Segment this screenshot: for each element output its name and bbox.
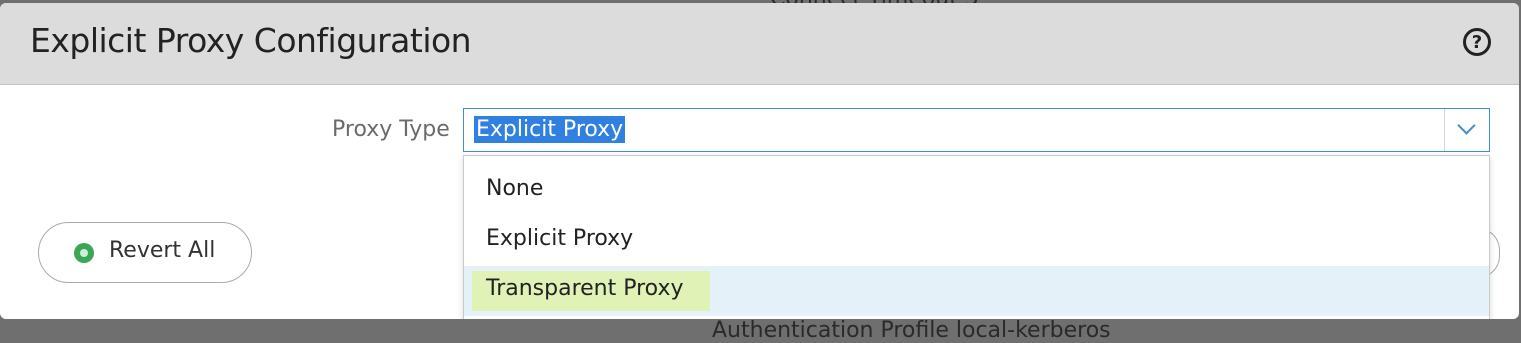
dialog-header: Explicit Proxy Configuration ? xyxy=(0,3,1519,85)
option-label: Explicit Proxy xyxy=(486,226,634,251)
explicit-proxy-dialog: Explicit Proxy Configuration ? Proxy Typ… xyxy=(0,3,1519,319)
revert-all-button[interactable]: Revert All xyxy=(38,222,252,283)
dialog-title: Explicit Proxy Configuration xyxy=(30,21,472,60)
revert-all-label: Revert All xyxy=(109,238,216,263)
option-label: None xyxy=(486,176,544,201)
chevron-down-icon[interactable] xyxy=(1457,116,1476,135)
proxy-type-selected-value[interactable]: Explicit Proxy xyxy=(474,116,626,143)
option-label: Transparent Proxy xyxy=(486,276,684,301)
gear-icon xyxy=(74,243,94,263)
option-explicit-proxy[interactable]: Explicit Proxy xyxy=(464,216,1489,266)
proxy-type-select[interactable]: Explicit Proxy xyxy=(463,108,1490,152)
proxy-type-dropdown: None Explicit Proxy Transparent Proxy xyxy=(463,155,1490,319)
help-icon[interactable]: ? xyxy=(1463,28,1491,56)
option-none[interactable]: None xyxy=(464,166,1489,216)
background-authentication-profile-text: Authentication Profile local-kerberos xyxy=(712,318,1111,343)
proxy-type-label: Proxy Type xyxy=(332,117,450,142)
option-transparent-proxy[interactable]: Transparent Proxy xyxy=(464,266,1489,316)
select-divider xyxy=(1444,109,1445,151)
